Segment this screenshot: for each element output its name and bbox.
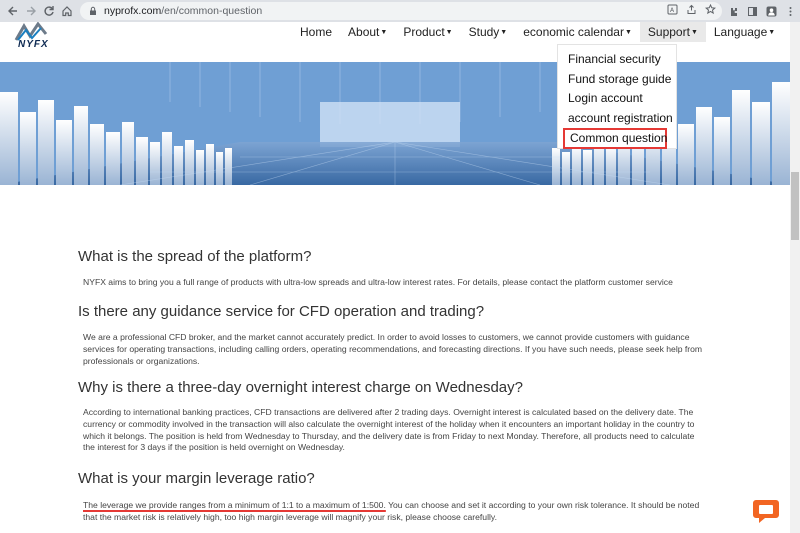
lock-icon [90,6,96,15]
menu-kebab-icon[interactable] [785,6,796,17]
faq-question: Is there any guidance service for CFD op… [78,303,485,320]
faq-answer: The leverage we provide ranges from a mi… [83,500,708,524]
live-chat-button[interactable] [751,496,781,526]
scrollbar-thumb[interactable] [791,172,799,240]
address-bar[interactable]: nyprofx.com/en/common-question A [80,2,722,20]
extensions-icon[interactable] [728,6,739,17]
faq-item: Why is there a three-day overnight inter… [78,379,708,454]
faq-answer: NYFX aims to bring you a full range of p… [83,277,673,287]
menu-item-account-registration[interactable]: account registration [558,109,676,129]
url-host: nyprofx.com [104,5,162,17]
forward-icon[interactable] [22,2,39,20]
chat-bubble-icon [753,500,779,523]
support-dropdown-menu: Financial security Fund storage guide Lo… [557,44,677,149]
translate-icon[interactable]: A [667,4,678,15]
faq-item: What is your margin leverage ratio? The … [78,470,708,524]
nav-language[interactable]: Language▼ [706,22,783,42]
nav-product[interactable]: Product▼ [395,22,460,42]
faq-answer: According to international banking pract… [83,407,695,453]
faq-item: Is there any guidance service for CFD op… [78,303,708,367]
nav-support[interactable]: Support▼ [639,22,706,42]
faq-question: Why is there a three-day overnight inter… [78,379,523,396]
underlined-leverage-text: The leverage we provide ranges from a mi… [83,500,386,510]
side-panel-icon[interactable] [747,6,758,17]
nav-economic-calendar[interactable]: economic calendar▼ [515,22,640,42]
site-logo[interactable]: NYFX [6,22,66,54]
bookmark-star-icon[interactable] [705,4,716,15]
svg-text:A: A [670,7,675,14]
logo-text: NYFX [18,39,49,50]
nav-home[interactable]: Home [292,22,340,42]
share-icon[interactable] [686,4,697,15]
nav-study[interactable]: Study▼ [461,22,516,42]
url-path: /en/common-question [161,5,263,17]
menu-item-financial-security[interactable]: Financial security [558,50,676,70]
menu-item-fund-storage-guide[interactable]: Fund storage guide [558,70,676,90]
back-icon[interactable] [4,2,21,20]
nav-about[interactable]: About▼ [340,22,395,42]
home-icon[interactable] [58,2,75,20]
menu-item-login-account[interactable]: Login account [558,89,676,109]
main-nav: Home About▼ Product▼ Study▼ economic cal… [292,22,783,42]
browser-toolbar: nyprofx.com/en/common-question A [0,0,800,22]
menu-item-common-question[interactable]: Common question [563,128,667,149]
reload-icon[interactable] [40,2,57,20]
faq-item: What is the spread of the platform? NYFX… [78,248,708,289]
faq-answer: We are a professional CFD broker, and th… [83,332,703,366]
page-scrollbar[interactable] [790,22,800,533]
site-header: NYFX Home About▼ Product▼ Study▼ economi… [0,22,800,62]
faq-question: What is your margin leverage ratio? [78,470,315,487]
faq-question: What is the spread of the platform? [78,248,312,265]
profile-icon[interactable] [766,6,777,17]
